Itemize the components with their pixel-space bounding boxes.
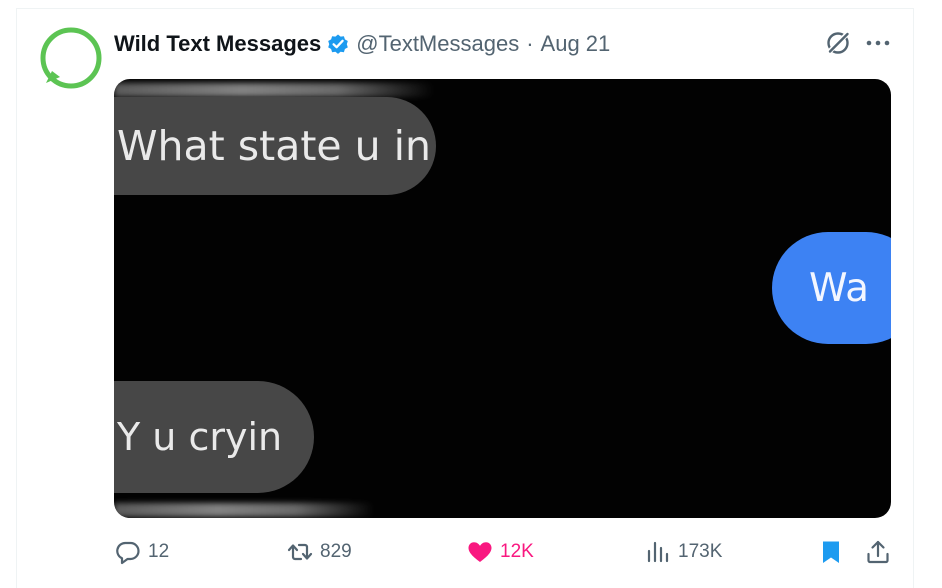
retweet-button[interactable]: 829: [286, 536, 352, 568]
tweet-media-image[interactable]: What state u in Wa Y u cryin: [114, 79, 891, 518]
retweet-count: 829: [320, 541, 352, 562]
author-handle[interactable]: @TextMessages: [356, 31, 519, 57]
avatar[interactable]: [40, 27, 102, 89]
verified-badge-icon[interactable]: [326, 32, 350, 56]
reply-count: 12: [148, 541, 170, 562]
reply-button[interactable]: 12: [114, 536, 169, 568]
heart-icon: [468, 542, 492, 562]
blurred-bubble-edge: [114, 83, 434, 97]
more-icon[interactable]: [864, 32, 892, 54]
message-text: Y u cryin: [117, 415, 283, 459]
sent-message-bubble: Wa: [772, 232, 891, 344]
bookmark-button[interactable]: [817, 536, 845, 568]
author-name[interactable]: Wild Text Messages: [114, 31, 321, 57]
views-count: 173K: [678, 541, 723, 562]
received-message-bubble: What state u in: [114, 97, 436, 195]
tweet-header: Wild Text Messages @TextMessages · Aug 2…: [114, 30, 610, 58]
share-button[interactable]: [864, 536, 892, 568]
share-icon: [867, 540, 889, 564]
grok-icon[interactable]: [824, 29, 852, 57]
message-text: Wa: [809, 265, 869, 311]
like-button[interactable]: 12K: [466, 536, 534, 568]
retweet-icon: [287, 543, 313, 561]
bookmark-icon: [823, 541, 839, 563]
received-message-bubble: Y u cryin: [114, 381, 314, 493]
separator-dot: ·: [526, 31, 534, 56]
blurred-bubble-edge: [114, 503, 374, 517]
reply-icon: [116, 541, 140, 565]
views-icon: [647, 541, 669, 563]
like-count: 12K: [500, 541, 534, 562]
views-button[interactable]: 173K: [644, 536, 722, 568]
message-text: What state u in: [117, 122, 432, 170]
tweet-date[interactable]: Aug 21: [541, 31, 611, 57]
tweet-actions: 12 829 12K 173K: [0, 536, 942, 568]
